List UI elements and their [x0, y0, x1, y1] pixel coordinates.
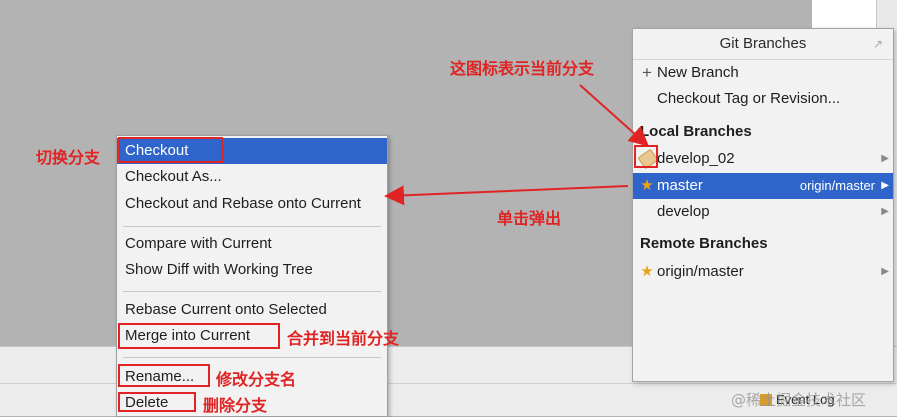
- highlight-box-checkout: [118, 137, 223, 163]
- annotation-click-popup: 单击弹出: [497, 209, 562, 228]
- menu-item-rebase[interactable]: Rebase Current onto Selected: [117, 297, 387, 323]
- annotation-switch-branch: 切换分支: [36, 148, 101, 167]
- local-branches-header: Local Branches: [640, 123, 752, 140]
- chevron-right-icon: ▶: [881, 206, 889, 217]
- menu-item-compare[interactable]: Compare with Current: [117, 231, 387, 257]
- resize-icon[interactable]: ↗: [873, 37, 887, 51]
- highlight-box-merge: [118, 323, 280, 349]
- menu-item-show-diff[interactable]: Show Diff with Working Tree: [117, 257, 387, 283]
- annotation-rename: 修改分支名: [216, 370, 297, 389]
- annotation-merge: 合并到当前分支: [287, 329, 400, 348]
- tracking-branch-label: origin/master: [799, 178, 875, 193]
- branch-item-develop-02[interactable]: develop_02 ▶: [633, 146, 893, 172]
- chevron-right-icon: ▶: [881, 266, 889, 277]
- checkout-tag-item[interactable]: Checkout Tag or Revision...: [633, 86, 893, 112]
- menu-separator: [123, 357, 381, 358]
- popup-title: Git Branches: [633, 29, 893, 60]
- chevron-right-icon: ▶: [881, 180, 889, 191]
- annotation-delete: 删除分支: [203, 396, 268, 415]
- editor-tab-area: [812, 0, 876, 28]
- star-icon: ★: [640, 177, 654, 194]
- branch-item-master[interactable]: ★ master origin/master ▶: [633, 173, 893, 199]
- plus-icon: +: [642, 63, 652, 82]
- highlight-box-rename: [118, 364, 210, 387]
- remote-branches-header: Remote Branches: [640, 235, 768, 252]
- chevron-right-icon: ▶: [881, 153, 889, 164]
- branch-item-origin-master[interactable]: ★ origin/master ▶: [633, 259, 893, 285]
- menu-item-checkout-rebase[interactable]: Checkout and Rebase onto Current: [117, 191, 387, 217]
- new-branch-item[interactable]: + New Branch: [633, 60, 893, 86]
- menu-separator: [123, 226, 381, 227]
- branch-item-develop[interactable]: develop ▶: [633, 199, 893, 225]
- highlight-box-tag-icon: [634, 145, 658, 168]
- menu-separator: [123, 291, 381, 292]
- star-icon: ★: [640, 263, 654, 280]
- highlight-box-delete: [118, 392, 196, 412]
- watermark: @稀土掘金技术社区: [731, 391, 867, 409]
- git-branches-popup: Git Branches ↗ + New Branch Checkout Tag…: [632, 28, 894, 382]
- menu-item-checkout-as[interactable]: Checkout As...: [117, 164, 387, 190]
- annotation-icon-current: 这图标表示当前分支: [450, 59, 595, 78]
